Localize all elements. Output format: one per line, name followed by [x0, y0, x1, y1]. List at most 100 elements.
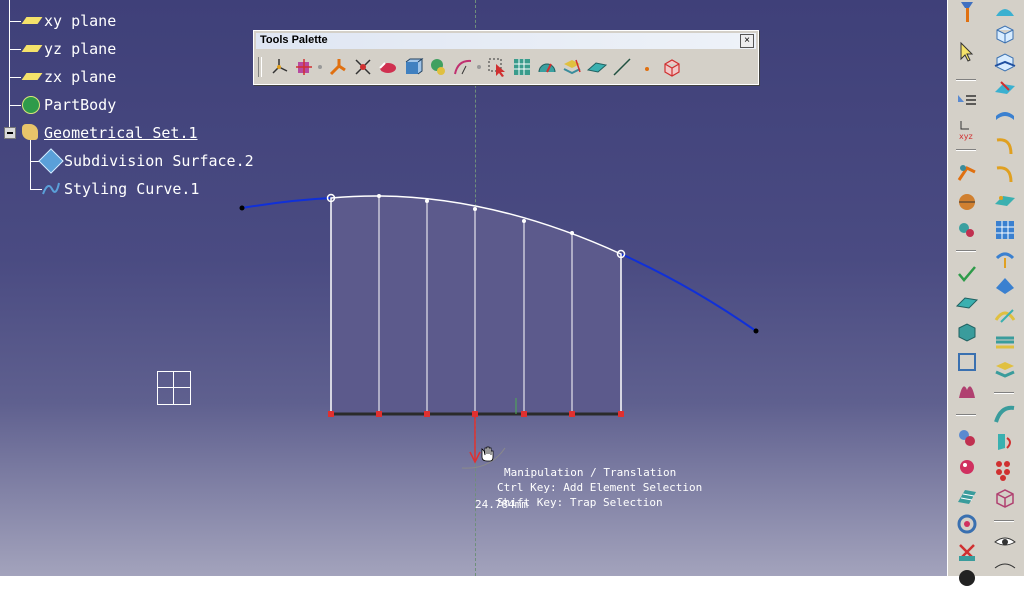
- tree-connector: [9, 49, 21, 50]
- control-point: [522, 219, 526, 223]
- layer-icon[interactable]: [561, 56, 583, 78]
- spheres-icon[interactable]: [955, 426, 979, 450]
- red-sphere-icon[interactable]: [955, 455, 979, 479]
- solid-view-icon[interactable]: [402, 56, 424, 78]
- delete-icon[interactable]: [955, 540, 979, 564]
- sphere-icon[interactable]: [427, 56, 449, 78]
- rotate-icon[interactable]: [377, 56, 399, 78]
- collapse-toggle[interactable]: [4, 127, 16, 139]
- svg-text:xyz: xyz: [959, 132, 973, 141]
- list-select-icon[interactable]: [955, 90, 979, 114]
- plane-icon: [21, 40, 43, 58]
- layers-icon[interactable]: [993, 358, 1017, 382]
- sweep-icon[interactable]: [993, 302, 1017, 326]
- tree-item-yz-plane[interactable]: yz plane: [21, 38, 116, 60]
- edge-handle: [569, 411, 575, 417]
- curve-endpoint-right: [753, 328, 759, 334]
- grid-table-icon[interactable]: [511, 56, 533, 78]
- edge-handle: [376, 411, 382, 417]
- tree-item-styling-curve[interactable]: Styling Curve.1: [42, 178, 199, 200]
- translation-distance-readout: 24.784mm: [475, 498, 528, 511]
- tools-palette[interactable]: Tools Palette ×: [253, 30, 759, 85]
- solid-icon[interactable]: [955, 320, 979, 344]
- 3d-viewport[interactable]: xy plane yz plane zx plane PartBody Geom…: [0, 0, 947, 576]
- analysis-icon[interactable]: [955, 160, 979, 184]
- toolbar-separator: [994, 392, 1014, 394]
- tree-item-label: Subdivision Surface.2: [64, 152, 254, 170]
- extrude-icon[interactable]: [993, 246, 1017, 270]
- subdivision-surface-icon: [38, 148, 64, 174]
- trim-icon[interactable]: [993, 402, 1017, 426]
- pattern-icon[interactable]: [993, 458, 1017, 482]
- cube-icon[interactable]: [993, 22, 1017, 46]
- hammer-icon[interactable]: [955, 0, 979, 24]
- gauge-icon[interactable]: [536, 56, 558, 78]
- toolbar-separator: [956, 414, 976, 416]
- select-arrow-icon[interactable]: [955, 40, 979, 64]
- eye-icon[interactable]: [993, 530, 1017, 554]
- styling-curve-right: [620, 253, 757, 332]
- shell-icon[interactable]: [955, 512, 979, 536]
- tooltip-line: Manipulation / Translation: [504, 466, 677, 479]
- frame-icon[interactable]: [955, 350, 979, 374]
- toolbar-separator: [956, 149, 976, 151]
- toolbar-grip[interactable]: [258, 57, 262, 77]
- line-icon[interactable]: [611, 56, 633, 78]
- tree-connector: [30, 140, 31, 190]
- scale-icon[interactable]: [352, 56, 374, 78]
- sphere-tool-icon[interactable]: [955, 190, 979, 214]
- control-point: [377, 194, 381, 198]
- toolbar-separator: [318, 65, 322, 69]
- grid-surface-icon[interactable]: [993, 218, 1017, 242]
- wireframe-cube-icon[interactable]: [993, 486, 1017, 510]
- edge-handle: [328, 411, 334, 417]
- control-point: [473, 207, 477, 211]
- link-tool-icon[interactable]: [955, 218, 979, 242]
- right-toolbar: xyz: [947, 0, 1024, 586]
- eye-show-icon[interactable]: [993, 556, 1017, 580]
- part-body-icon: [22, 96, 40, 114]
- clock-icon[interactable]: [955, 566, 979, 590]
- tree-item-xy-plane[interactable]: xy plane: [21, 10, 116, 32]
- manipulator-icon[interactable]: [293, 56, 315, 78]
- hand-cursor-icon: [481, 446, 494, 462]
- compass-axis-icon[interactable]: [268, 56, 290, 78]
- curve-check-icon[interactable]: [955, 262, 979, 286]
- curve-tool-icon[interactable]: [452, 56, 474, 78]
- compass-grid-icon: [157, 371, 191, 405]
- tree-item-zx-plane[interactable]: zx plane: [21, 66, 116, 88]
- tree-item-geometrical-set[interactable]: Geometrical Set.1: [22, 122, 198, 144]
- curve-arc-icon[interactable]: [993, 134, 1017, 158]
- tools-palette-title: Tools Palette: [260, 34, 328, 46]
- toolbar-separator: [956, 250, 976, 252]
- box-icon[interactable]: [661, 56, 683, 78]
- tree-connector: [9, 0, 10, 133]
- styling-curve-icon: [42, 180, 60, 198]
- xyz-axis-icon[interactable]: xyz: [955, 117, 979, 141]
- plane-tool-icon[interactable]: [586, 56, 608, 78]
- selection-arrow-icon[interactable]: [486, 56, 508, 78]
- close-icon[interactable]: ×: [740, 34, 754, 48]
- surface-icon[interactable]: [955, 292, 979, 316]
- cube-plane-icon[interactable]: [993, 50, 1017, 74]
- curve-arc-icon[interactable]: [993, 162, 1017, 186]
- tree-item-subdivision-surface[interactable]: Subdivision Surface.2: [38, 148, 254, 174]
- edge-handle: [521, 411, 527, 417]
- ruled-surface-icon[interactable]: [955, 484, 979, 508]
- surface-arrow-icon[interactable]: [993, 78, 1017, 102]
- offset-surface-icon[interactable]: [993, 106, 1017, 130]
- tree-item-partbody[interactable]: PartBody: [22, 94, 116, 116]
- geometrical-set-icon: [22, 124, 40, 142]
- blend-icon[interactable]: [955, 378, 979, 402]
- translate-icon[interactable]: [327, 56, 349, 78]
- match-surface-icon[interactable]: [993, 330, 1017, 354]
- surface-patch-icon[interactable]: [993, 190, 1017, 214]
- point-icon[interactable]: [636, 56, 658, 78]
- split-icon[interactable]: [993, 430, 1017, 454]
- toolbar-separator: [994, 520, 1014, 522]
- edge-handle: [424, 411, 430, 417]
- fill-icon[interactable]: [993, 274, 1017, 298]
- tree-connector: [9, 105, 21, 106]
- tools-palette-titlebar[interactable]: Tools Palette ×: [256, 33, 756, 49]
- dome-icon[interactable]: [993, 0, 1017, 24]
